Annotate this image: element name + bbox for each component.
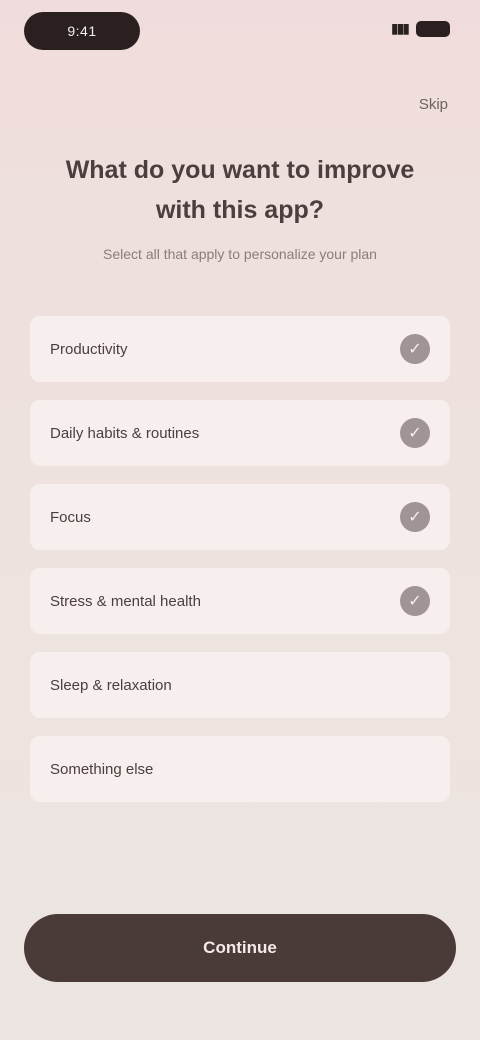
option-label: Productivity <box>50 340 128 358</box>
option-label: Focus <box>50 508 91 526</box>
option-stress[interactable]: Stress & mental health ✓ <box>30 568 450 634</box>
check-icon: ✓ <box>400 334 430 364</box>
continue-button[interactable]: Continue <box>24 914 456 982</box>
option-focus[interactable]: Focus ✓ <box>30 484 450 550</box>
skip-button[interactable]: Skip <box>419 96 448 113</box>
check-icon: ✓ <box>400 586 430 616</box>
battery-icon <box>416 20 450 37</box>
option-sleep[interactable]: Sleep & relaxation <box>30 652 450 718</box>
check-icon: ✓ <box>400 502 430 532</box>
check-icon: ✓ <box>400 418 430 448</box>
option-label: Stress & mental health <box>50 592 201 610</box>
option-productivity[interactable]: Productivity ✓ <box>30 316 450 382</box>
status-bar: 9:41 ▮▮▮ <box>0 0 480 60</box>
status-time: 9:41 <box>67 23 97 39</box>
option-daily-habits[interactable]: Daily habits & routines ✓ <box>30 400 450 466</box>
status-time-pill: 9:41 <box>24 12 140 50</box>
option-label: Something else <box>50 760 154 778</box>
option-label: Daily habits & routines <box>50 424 200 442</box>
status-icons: ▮▮▮ <box>391 20 450 37</box>
options-list: Productivity ✓ Daily habits & routines ✓… <box>30 316 450 820</box>
page-subtitle: Select all that apply to personalize you… <box>103 246 377 262</box>
option-label: Sleep & relaxation <box>50 676 172 694</box>
option-something-else[interactable]: Something else <box>30 736 450 802</box>
page-title: What do you want to improve with this ap… <box>65 156 415 224</box>
signal-icon: ▮▮▮ <box>390 20 410 36</box>
